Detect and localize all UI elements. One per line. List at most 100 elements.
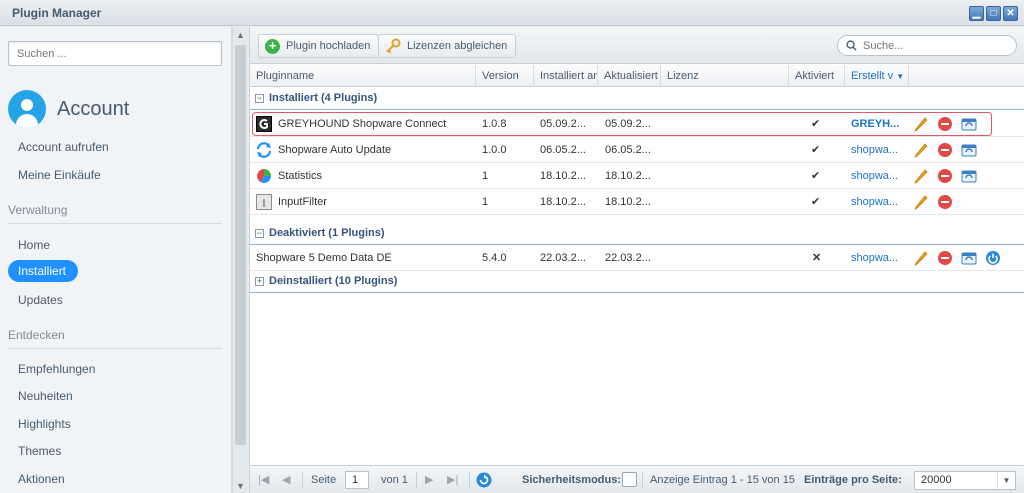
- window-controls: ▁ □ ✕: [969, 6, 1018, 21]
- sort-desc-icon: ▼: [896, 72, 905, 81]
- plugin-name: InputFilter: [278, 196, 327, 208]
- active-check-icon: ✔: [811, 196, 821, 208]
- sidebar-item-installiert[interactable]: Installiert: [8, 260, 78, 282]
- table-row[interactable]: Shopware 5 Demo Data DE 5.4.0 22.03.2...…: [250, 245, 1024, 271]
- column-lizenz[interactable]: Lizenz: [661, 65, 789, 87]
- sidebar-search-input[interactable]: [9, 42, 221, 65]
- upload-plugin-button[interactable]: + Plugin hochladen: [258, 34, 380, 58]
- edit-pencil-icon[interactable]: [913, 142, 929, 158]
- grid-search-input[interactable]: [863, 39, 1003, 52]
- sync-licenses-label: Lizenzen abgleichen: [407, 40, 508, 52]
- refresh-icon[interactable]: [476, 472, 492, 488]
- active-check-icon: ✔: [811, 170, 821, 182]
- column-actions: [909, 65, 1024, 87]
- per-page-select[interactable]: 20000 ▼: [914, 471, 1016, 490]
- reinstall-icon[interactable]: [961, 142, 977, 158]
- plugin-installed-date: 18.10.2...: [540, 170, 586, 182]
- reinstall-icon[interactable]: [961, 250, 977, 266]
- auto-update-icon: [256, 142, 272, 158]
- account-avatar-icon: [8, 90, 46, 128]
- sidebar-item-themes[interactable]: Themes: [18, 444, 61, 458]
- plugin-version: 1: [482, 196, 489, 208]
- plugin-author[interactable]: shopwa...: [851, 137, 898, 163]
- reinstall-icon[interactable]: [961, 168, 977, 184]
- next-page-icon[interactable]: ▶: [425, 466, 433, 493]
- plugin-updated-date: 06.05.2...: [605, 144, 651, 156]
- plugin-author[interactable]: shopwa...: [851, 245, 898, 271]
- plugin-author[interactable]: shopwa...: [851, 163, 898, 189]
- table-row[interactable]: Shopware Auto Update 1.0.0 06.05.2... 06…: [250, 137, 1024, 163]
- account-header: Account: [8, 89, 129, 129]
- divider: [469, 472, 470, 488]
- sidebar-scrollbar[interactable]: ▲ ▼: [232, 27, 248, 493]
- activate-power-icon[interactable]: [985, 250, 1001, 266]
- sidebar-search[interactable]: [8, 41, 222, 66]
- column-erstellt-label: Erstellt v: [851, 70, 894, 82]
- plugin-grid-panel: + Plugin hochladen Lizenzen abgleichen P…: [249, 27, 1024, 493]
- chevron-down-icon[interactable]: ▼: [997, 472, 1015, 489]
- selected-row-highlight: [252, 112, 992, 136]
- page-number-input[interactable]: 1: [345, 471, 369, 489]
- sidebar-item-highlights[interactable]: Highlights: [18, 417, 71, 431]
- column-aktiviert[interactable]: Aktiviert: [789, 65, 845, 87]
- sidebar: Account Account aufrufen Meine Einkäufe …: [0, 27, 232, 493]
- column-pluginname[interactable]: Pluginname: [250, 65, 476, 87]
- table-row[interactable]: I InputFilter 1 18.10.2... 18.10.2... ✔ …: [250, 189, 1024, 215]
- plugin-updated-date: 18.10.2...: [605, 196, 651, 208]
- table-row[interactable]: Statistics 1 18.10.2... 18.10.2... ✔ sho…: [250, 163, 1024, 189]
- plugin-installed-date: 22.03.2...: [540, 252, 586, 264]
- last-page-icon[interactable]: ▶|: [447, 466, 458, 493]
- uninstall-icon[interactable]: [937, 194, 953, 210]
- active-check-icon: ✔: [811, 144, 821, 156]
- sidebar-item-account-aufrufen[interactable]: Account aufrufen: [18, 140, 109, 154]
- plugin-name: Shopware Auto Update: [278, 144, 392, 156]
- sidebar-item-updates[interactable]: Updates: [18, 293, 63, 307]
- collapse-icon[interactable]: −: [255, 94, 264, 103]
- minimize-button[interactable]: ▁: [969, 6, 984, 21]
- divider: [302, 472, 303, 488]
- edit-pencil-icon[interactable]: [913, 194, 929, 210]
- plugin-installed-date: 18.10.2...: [540, 196, 586, 208]
- maximize-icon: □: [990, 8, 997, 19]
- scroll-down-icon[interactable]: ▼: [236, 481, 245, 491]
- grid-search[interactable]: [837, 35, 1017, 56]
- column-version[interactable]: Version: [476, 65, 534, 87]
- collapse-icon[interactable]: −: [255, 229, 264, 238]
- group-uninstalled[interactable]: + Deinstalliert (10 Plugins): [250, 271, 1024, 293]
- section-entdecken: Entdecken: [8, 328, 65, 342]
- divider: [642, 472, 643, 488]
- sidebar-item-empfehlungen[interactable]: Empfehlungen: [18, 362, 95, 376]
- uninstall-icon[interactable]: [937, 142, 953, 158]
- scrollbar-thumb[interactable]: [235, 45, 246, 445]
- plugin-installed-date: 06.05.2...: [540, 144, 586, 156]
- edit-pencil-icon[interactable]: [913, 250, 929, 266]
- column-installiert[interactable]: Installiert am: [534, 65, 598, 87]
- group-deactivated[interactable]: − Deaktiviert (1 Plugins): [250, 223, 1024, 245]
- key-icon: [386, 38, 401, 54]
- column-aktualisiert[interactable]: Aktualisiert: [598, 65, 661, 87]
- safemode-label: Sicherheitsmodus:: [522, 474, 622, 486]
- uninstall-icon[interactable]: [937, 250, 953, 266]
- column-erstellt[interactable]: Erstellt v ▼: [845, 65, 909, 87]
- uninstall-icon[interactable]: [937, 168, 953, 184]
- group-installed[interactable]: − Installiert (4 Plugins): [250, 88, 1024, 110]
- plugin-updated-date: 18.10.2...: [605, 170, 651, 182]
- edit-pencil-icon[interactable]: [913, 168, 929, 184]
- prev-page-icon[interactable]: ◀: [282, 466, 290, 493]
- plugin-updated-date: 22.03.2...: [605, 252, 651, 264]
- sync-licenses-button[interactable]: Lizenzen abgleichen: [378, 34, 517, 58]
- safemode-checkbox[interactable]: [622, 472, 637, 487]
- maximize-button[interactable]: □: [986, 6, 1001, 21]
- scroll-up-icon[interactable]: ▲: [236, 30, 245, 40]
- search-icon: [846, 40, 857, 51]
- close-button[interactable]: ✕: [1003, 6, 1018, 21]
- expand-icon[interactable]: +: [255, 277, 264, 286]
- sidebar-item-aktionen[interactable]: Aktionen: [18, 472, 65, 486]
- first-page-icon[interactable]: |◀: [258, 466, 269, 493]
- sidebar-item-neuheiten[interactable]: Neuheiten: [18, 389, 73, 403]
- sidebar-item-meine-einkaeufe[interactable]: Meine Einkäufe: [18, 168, 101, 182]
- pie-chart-icon: [257, 169, 271, 183]
- divider: [8, 223, 222, 224]
- sidebar-item-home[interactable]: Home: [18, 238, 50, 252]
- plugin-author[interactable]: shopwa...: [851, 189, 898, 215]
